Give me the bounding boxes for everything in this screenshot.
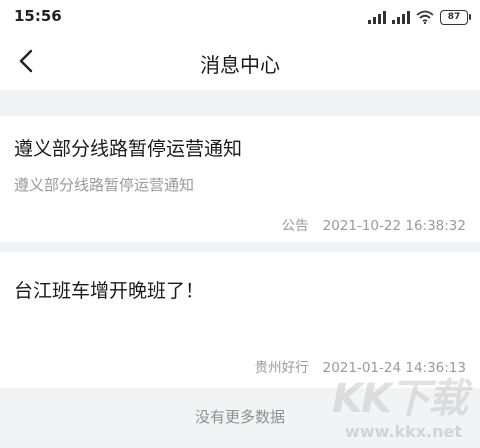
battery-level: 87 xyxy=(447,11,461,22)
status-icons: 87 xyxy=(368,8,471,26)
signal-icon xyxy=(368,10,386,24)
message-source: 公告 xyxy=(281,218,309,234)
signal-icon xyxy=(392,10,410,24)
message-meta: 公告 2021-10-22 16:38:32 xyxy=(282,214,466,234)
watermark: KK下载 www.kkx.net xyxy=(302,358,472,446)
nav-bar: 消息中心 xyxy=(0,34,480,90)
status-bar: 15:56 87 xyxy=(0,0,480,34)
message-title: 台江班车增开晚班了！ xyxy=(14,280,205,302)
message-time: 2021-10-22 16:38:32 xyxy=(322,218,466,234)
battery-icon: 87 xyxy=(440,9,471,25)
watermark-logo: KK下载 xyxy=(332,376,468,422)
wifi-icon xyxy=(416,10,434,24)
message-card[interactable]: 遵义部分线路暂停运营通知 遵义部分线路暂停运营通知 公告 2021-10-22 1… xyxy=(0,116,480,242)
message-source: 贵州好行 xyxy=(254,360,309,376)
message-description: 遵义部分线路暂停运营通知 xyxy=(14,176,195,194)
status-time: 15:56 xyxy=(14,7,62,25)
page-title: 消息中心 xyxy=(200,53,280,77)
message-title: 遵义部分线路暂停运营通知 xyxy=(14,138,243,160)
watermark-url: www.kkx.net xyxy=(345,422,462,441)
